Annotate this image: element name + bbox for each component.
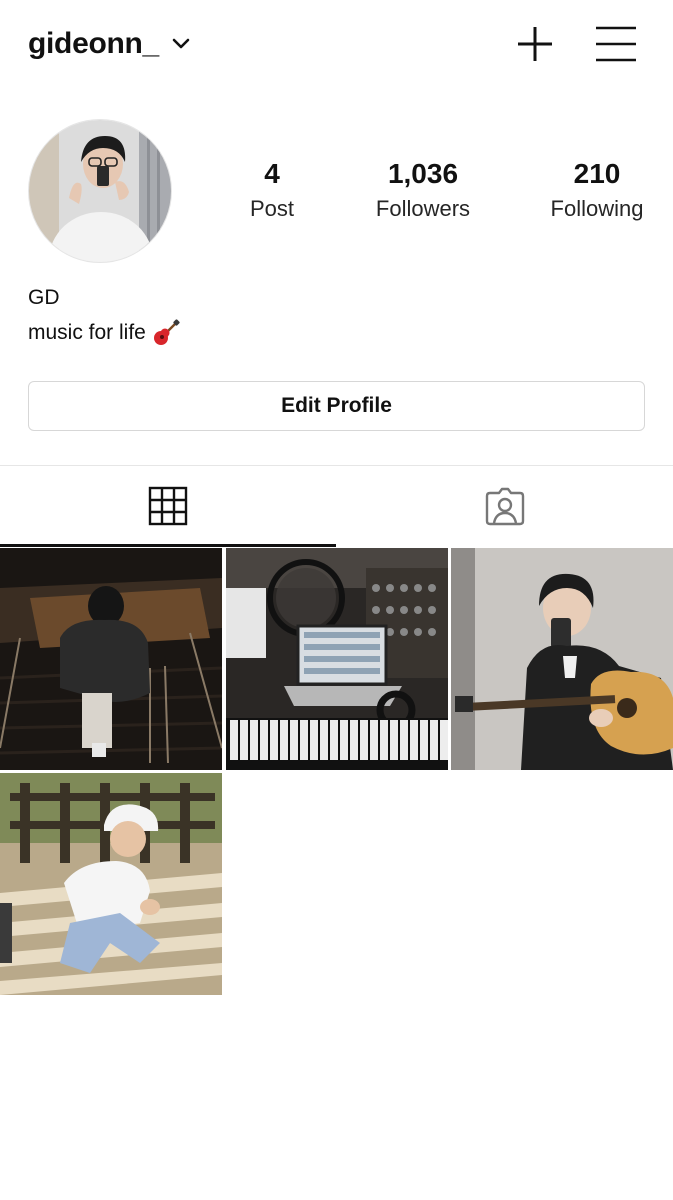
edit-profile-button[interactable]: Edit Profile bbox=[28, 381, 645, 431]
tab-posts-grid[interactable] bbox=[0, 466, 336, 546]
post-thumbnail[interactable] bbox=[0, 548, 222, 770]
posts-label: Post bbox=[249, 196, 295, 221]
followers-label: Followers bbox=[375, 196, 471, 221]
username: gideonn_ bbox=[28, 27, 159, 60]
followers-stat[interactable]: 1,036 Followers bbox=[360, 156, 486, 226]
followers-count: 1,036 bbox=[387, 158, 459, 189]
profile-avatar[interactable] bbox=[28, 119, 172, 263]
selected-tab-indicator bbox=[0, 544, 336, 547]
music-studio-photo bbox=[226, 548, 448, 770]
person-on-stairs-photo bbox=[0, 548, 222, 770]
avatar-photo bbox=[29, 120, 171, 262]
display-name: GD bbox=[28, 286, 60, 309]
following-stat[interactable]: 210 Following bbox=[540, 156, 654, 226]
account-switcher[interactable]: gideonn_ bbox=[28, 24, 191, 64]
tagged-person-icon bbox=[485, 487, 525, 526]
post-thumbnail[interactable] bbox=[451, 548, 673, 770]
new-post-plus-icon[interactable] bbox=[513, 22, 557, 66]
post-thumbnail[interactable] bbox=[226, 548, 448, 770]
grid-icon bbox=[148, 486, 188, 526]
posts-count: 4 bbox=[264, 158, 280, 189]
following-label: Following bbox=[550, 196, 644, 221]
bio: music for life bbox=[28, 318, 180, 348]
mirror-selfie-guitar-photo bbox=[451, 548, 673, 770]
hamburger-menu-icon[interactable] bbox=[594, 22, 638, 66]
post-thumbnail[interactable] bbox=[0, 773, 222, 995]
child-in-cap-photo bbox=[0, 773, 222, 995]
profile-screen: gideonn_ 4 Post 1,036 Followers 210 Foll… bbox=[0, 0, 673, 1200]
guitar-icon bbox=[153, 319, 180, 345]
following-count: 210 bbox=[573, 158, 621, 189]
tab-tagged[interactable] bbox=[337, 466, 673, 546]
top-bar: gideonn_ bbox=[0, 0, 673, 90]
bio-text: music for life bbox=[28, 321, 146, 344]
chevron-down-icon bbox=[172, 38, 190, 49]
posts-stat[interactable]: 4 Post bbox=[222, 156, 322, 226]
